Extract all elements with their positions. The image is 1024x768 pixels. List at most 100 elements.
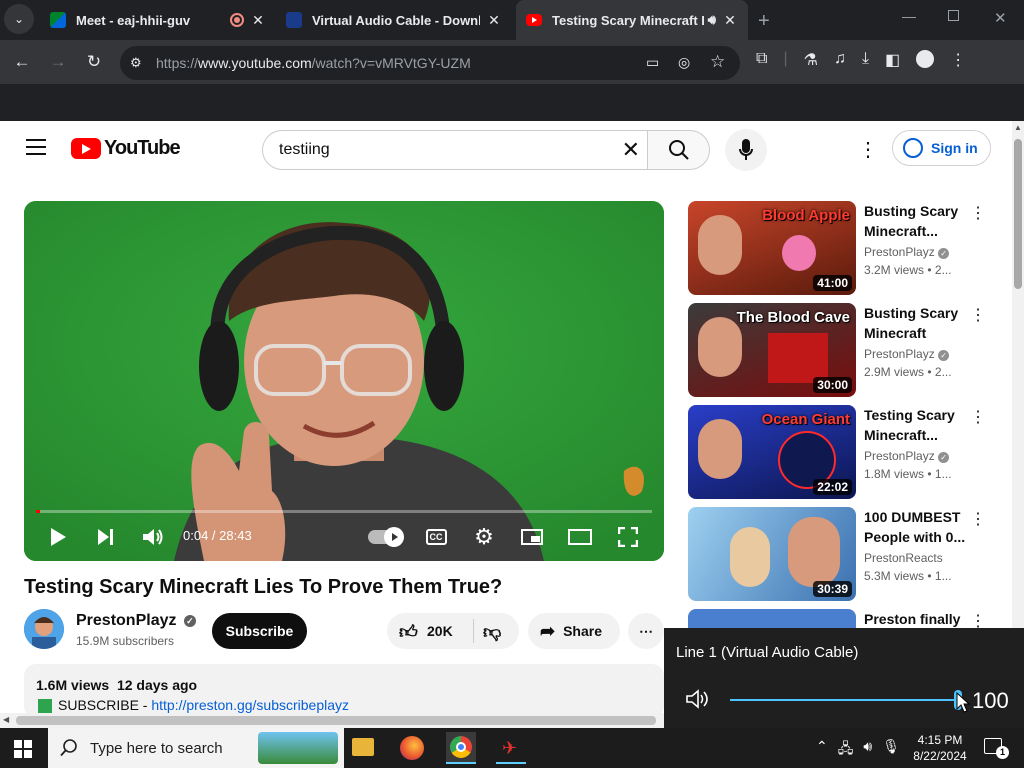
restore-window-icon[interactable] [948,10,959,21]
more-actions-button[interactable]: ⋯ [628,613,664,649]
recommended-title[interactable]: Busting Scary Minecraft Lies... [864,303,968,343]
speaker-icon[interactable] [686,688,712,715]
cast-icon[interactable]: ▭ [646,54,659,71]
channel-name[interactable]: PrestonPlayz ✓ [76,612,196,630]
description-link[interactable]: http://preston.gg/subscribeplayz [151,697,349,713]
scrollbar-thumb[interactable] [1014,139,1022,289]
youtube-logo[interactable]: YouTube [71,137,181,160]
voice-search-button[interactable] [725,129,767,171]
close-tab-icon[interactable]: ✕ [250,12,266,29]
recommended-channel[interactable]: PrestonPlayz ✓ [864,245,950,259]
share-button[interactable]: ➦ Share [528,613,620,649]
clear-search-icon[interactable]: ✕ [622,137,640,163]
sign-in-button[interactable]: Sign in [892,130,991,166]
close-tab-icon[interactable]: ✕ [486,12,502,29]
recommended-channel[interactable]: PrestonPlayz ✓ [864,449,950,463]
recommended-video[interactable]: 30:39 100 DUMBEST People with 0... Prest… [688,507,1008,601]
file-explorer-icon[interactable] [352,738,374,756]
media-controls-icon[interactable]: ♫ [834,50,846,70]
taskbar-volume-icon[interactable]: 🔊︎ [863,738,872,762]
captions-button[interactable]: CC [424,525,448,549]
tab-youtube-active[interactable]: Testing Scary Minecraft Lies 🔊︎ ✕ [516,0,748,40]
play-button[interactable] [46,525,70,549]
video-options-icon[interactable]: ⋮ [970,611,986,628]
horizontal-scrollbar[interactable]: ◀ [0,713,664,728]
subscriber-count: 15.9M subscribers [76,634,175,648]
windows-start-icon[interactable] [14,740,32,763]
close-window-icon[interactable]: ✕ [994,9,1007,27]
show-hidden-icons-chevron-icon[interactable]: ⌃ [816,738,828,762]
address-bar[interactable]: ⚙ https://www.youtube.com/watch?v=vMRVtG… [120,46,740,80]
extensions-icon[interactable]: ⧉ [756,50,767,70]
video-thumbnail[interactable]: Blood Apple 41:00 [688,201,856,295]
video-options-icon[interactable]: ⋮ [970,407,986,427]
subscribe-button[interactable]: Subscribe [212,613,307,649]
recommended-video[interactable]: Ocean Giant 22:02 Testing Scary Minecraf… [688,405,1008,499]
audio-device-name[interactable]: Line 1 (Virtual Audio Cable) [676,644,858,661]
tab-audio-icon[interactable]: 🔊︎ [708,12,716,28]
search-input[interactable]: testiing ✕ [262,130,648,170]
side-panel-icon[interactable]: ◧ [885,50,900,70]
settings-button[interactable]: ⚙ [472,524,496,549]
close-tab-icon[interactable]: ✕ [722,12,738,29]
video-thumbnail[interactable]: 30:39 [688,507,856,601]
channel-avatar[interactable] [24,609,64,649]
next-video-button[interactable] [94,525,118,549]
video-options-icon[interactable]: ⋮ [970,203,986,223]
chrome-taskbar-button[interactable] [446,732,476,764]
tab-meet[interactable]: Meet - eaj-hhii-guv ✕ [40,0,276,40]
recommended-channel[interactable]: PrestonPlayz ✓ [864,347,950,361]
taskbar-search-box[interactable]: Type here to search [48,728,344,768]
site-settings-icon[interactable]: ⚙ [130,55,142,71]
profile-avatar-icon[interactable] [916,50,935,68]
video-options-icon[interactable]: ⋮ [970,305,986,325]
volume-slider-track[interactable] [730,690,962,710]
minimize-window-icon[interactable]: — [902,8,916,24]
dislike-thumb-down-icon[interactable]: 👎︎ [483,621,501,643]
network-icon[interactable]: 🖧︎ [838,738,854,762]
eye-off-icon[interactable]: ◎ [678,54,690,71]
scroll-left-arrow-icon[interactable]: ◀ [3,715,9,724]
microphone-in-use-icon[interactable]: 🎙︎ [882,738,900,762]
tab-virtual-audio-cable[interactable]: Virtual Audio Cable - Download ✕ [276,0,512,40]
fullscreen-button[interactable] [616,525,640,549]
miniplayer-button[interactable] [520,525,544,549]
video-thumbnail[interactable] [688,609,856,628]
back-arrow-icon[interactable]: ← [6,46,38,78]
theater-mode-button[interactable] [568,525,592,549]
horizontal-scroll-thumb[interactable] [16,716,656,725]
forward-arrow-icon[interactable]: → [42,46,74,78]
clock[interactable]: 4:15 PM 8/22/2024 [908,732,972,764]
autoplay-toggle[interactable] [368,527,404,547]
video-player[interactable]: 0:04 / 28:43 CC ⚙ [24,201,664,561]
labs-flask-icon[interactable]: ⚗ [804,50,818,70]
recommended-title[interactable]: Preston finally [864,609,968,628]
scroll-up-arrow-icon[interactable]: ▲ [1014,123,1022,132]
video-options-icon[interactable]: ⋮ [970,509,986,529]
recommended-video[interactable]: Preston finally ⋮ [688,609,1008,628]
bookmark-star-icon[interactable]: ☆ [710,52,725,72]
recommended-video[interactable]: Blood Apple 41:00 Busting Scary Minecraf… [688,201,1008,295]
tab-search-button[interactable]: ⌄ [4,4,34,34]
chrome-menu-icon[interactable]: ⋮ [950,50,966,70]
video-thumbnail[interactable]: Ocean Giant 22:02 [688,405,856,499]
like-thumb-up-icon[interactable]: 👍︎ [399,621,418,643]
new-tab-button[interactable]: + [758,10,770,33]
app-taskbar-button[interactable]: ✈ [496,732,526,764]
recommended-channel[interactable]: PrestonReacts [864,551,943,565]
download-icon[interactable]: ⤓ [862,50,869,70]
recommended-video[interactable]: The Blood Cave 30:00 Busting Scary Minec… [688,303,1008,397]
description-box[interactable]: 1.6M views 12 days ago SUBSCRIBE - http:… [24,664,664,718]
firefox-icon[interactable] [400,736,424,760]
notification-center-icon[interactable]: 1 [984,738,1009,759]
reload-icon[interactable]: ↻ [78,46,110,78]
settings-kebab-icon[interactable]: ⋮ [858,137,878,162]
mute-button[interactable] [141,525,165,549]
recommended-title[interactable]: Busting Scary Minecraft... [864,201,968,241]
search-button[interactable] [647,130,710,170]
recommended-title[interactable]: Testing Scary Minecraft... [864,405,968,445]
video-thumbnail[interactable]: The Blood Cave 30:00 [688,303,856,397]
recommended-title[interactable]: 100 DUMBEST People with 0... [864,507,968,547]
like-count[interactable]: 20K [427,623,453,639]
hamburger-menu-icon[interactable] [26,139,46,155]
